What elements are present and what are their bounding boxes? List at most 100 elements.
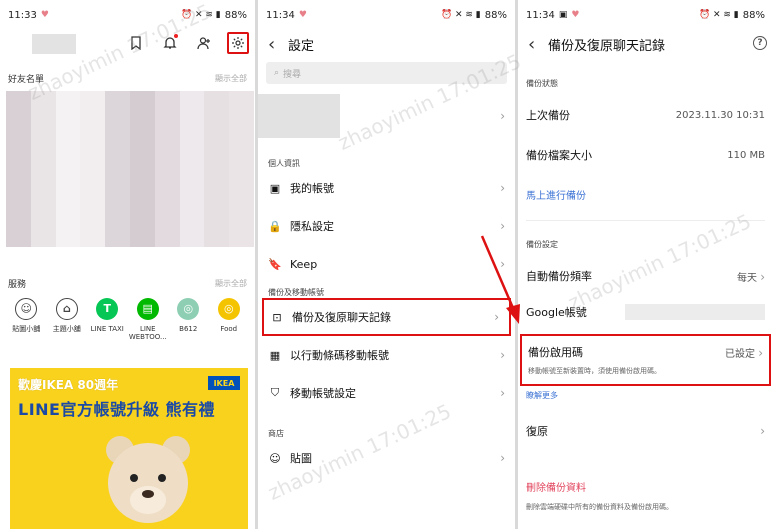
promo-banner[interactable]: 歡慶IKEA 80週年 LINE官方帳號升級 熊有禮 IKEA — [10, 368, 248, 529]
mosaic-tile — [154, 117, 180, 143]
mosaic-tile — [179, 91, 205, 117]
mosaic-tile — [55, 91, 81, 117]
frequency-value: 每天 — [737, 272, 757, 284]
mosaic-tile — [6, 117, 31, 143]
chevron-right-icon: › — [500, 109, 505, 123]
settings-item-label: 貼圖 — [290, 452, 312, 465]
service-item[interactable]: ☺ 貼圖小舖 — [6, 298, 47, 342]
mosaic-tile — [30, 117, 56, 143]
settings-item-label: 移動帳號設定 — [290, 387, 356, 400]
learn-more-link[interactable]: 瞭解更多 — [518, 390, 773, 401]
back-arrow-icon[interactable]: ‹ — [528, 34, 548, 55]
chevron-right-icon: › — [500, 386, 505, 400]
chevron-right-icon: › — [760, 424, 765, 438]
restore-row[interactable]: 復原 › — [518, 423, 773, 439]
service-label: 貼圖小舖 — [12, 325, 41, 333]
status-bar: 11:34 ▣ ♥ ⏰ ✕ ≋ ▮ 88% — [518, 0, 773, 30]
mosaic-tile — [129, 169, 155, 195]
back-arrow-icon[interactable]: ‹ — [268, 34, 288, 55]
banner-line2: LINE官方帳號升級 熊有禮 — [18, 400, 216, 419]
backup-pin-row[interactable]: 備份啟用碼 已設定 › 移動帳號至新裝置時，須使用備份啟用碼。 — [520, 334, 771, 386]
group-shop-label: 商店 — [268, 429, 284, 438]
add-friend-icon[interactable] — [193, 32, 215, 54]
settings-item[interactable]: ⛉ 移動帳號設定 › — [258, 374, 515, 412]
backup-now-link[interactable]: 馬上進行備份 — [518, 187, 773, 202]
friends-title: 好友名單 — [8, 75, 45, 85]
mosaic-tile — [30, 143, 56, 169]
mosaic-tile — [204, 221, 230, 247]
home-header — [0, 30, 255, 58]
service-item[interactable]: T LINE TAXI — [87, 298, 128, 342]
profile-name-blurred[interactable] — [32, 34, 76, 54]
services-section-header: 服務 顯示全部 — [0, 277, 255, 290]
group-settings-label: 備份設定 — [526, 240, 558, 249]
mosaic-tile — [105, 143, 130, 169]
service-item[interactable]: ◎ Food — [209, 298, 250, 342]
mosaic-tile — [179, 169, 205, 195]
mosaic-tile — [6, 143, 31, 169]
mosaic-tile — [154, 143, 180, 169]
help-icon[interactable]: ? — [753, 36, 767, 50]
settings-item[interactable]: 🔒 隱私設定 › — [258, 207, 515, 245]
profile-row[interactable]: › — [258, 94, 515, 138]
services-row: ☺ 貼圖小舖 ⌂ 主題小舖 T LINE TAXI ▤ LINE WEBTOO... ◎ B612… — [0, 298, 255, 342]
search-input[interactable]: ⌕ 搜尋 — [266, 62, 507, 84]
id-card-icon: ▣ — [269, 181, 281, 195]
delete-backup-link[interactable]: 刪除備份資料 — [518, 479, 773, 494]
mosaic-tile — [129, 91, 155, 117]
chevron-right-icon: › — [500, 257, 505, 271]
home-screen: 11:33 ♥ ⏰ ✕ ≋ ▮ 88% 好友名單 顯示全部 服務 顯示全部 ☺ 貼 — [0, 0, 255, 529]
status-time: 11:33 — [8, 9, 37, 21]
service-item[interactable]: ▤ LINE WEBTOO... — [128, 298, 169, 342]
settings-item[interactable]: 🔖 Keep › — [258, 245, 515, 283]
google-account-row[interactable]: Google帳號 — [518, 304, 773, 320]
heart-icon: ♥ — [571, 10, 580, 20]
b612-icon: ◎ — [177, 298, 200, 320]
mosaic-tile — [129, 117, 155, 143]
service-item[interactable]: ⌂ 主題小舖 — [47, 298, 88, 342]
services-show-all-link[interactable]: 顯示全部 — [215, 278, 247, 289]
mosaic-tile — [204, 143, 230, 169]
services-title: 服務 — [8, 280, 27, 290]
bookmark-icon[interactable] — [125, 32, 147, 54]
settings-item[interactable]: ▦ 以行動條碼移動帳號 › — [258, 336, 515, 374]
settings-item-label: 隱私設定 — [290, 220, 334, 233]
ikea-logo: IKEA — [208, 376, 240, 390]
mosaic-tile — [80, 143, 106, 169]
mosaic-tile — [105, 91, 130, 117]
signal-icons: ⏰ ✕ ≋ ▮ — [180, 10, 221, 20]
signal-icons: ⏰ ✕ ≋ ▮ — [698, 10, 739, 20]
mosaic-tile — [55, 221, 81, 247]
delete-backup-note: 刪除雲端硬碟中所有的備份資料及備份啟用碼。 — [526, 503, 673, 511]
friends-section-header: 好友名單 顯示全部 — [0, 72, 255, 85]
mosaic-tile — [80, 221, 106, 247]
service-item[interactable]: ◎ B612 — [168, 298, 209, 342]
settings-item[interactable]: ☺ 貼圖 › — [258, 439, 515, 477]
mosaic-tile — [55, 169, 81, 195]
mosaic-tile — [55, 143, 81, 169]
settings-header: ‹ 設定 — [258, 30, 515, 58]
mosaic-tile — [179, 117, 205, 143]
mosaic-tile — [129, 195, 155, 221]
mosaic-tile — [105, 169, 130, 195]
bookmark-icon: 🔖 — [268, 257, 282, 271]
bell-icon[interactable] — [159, 32, 181, 54]
mosaic-tile — [154, 195, 180, 221]
auto-backup-frequency-row[interactable]: 自動備份頻率 每天 › — [518, 268, 773, 284]
service-label: Food — [220, 325, 238, 333]
mosaic-tile — [6, 195, 31, 221]
mosaic-tile — [30, 91, 56, 117]
chevron-right-icon: › — [758, 345, 763, 360]
backup-pin-note: 移動帳號至新裝置時，須使用備份啟用碼。 — [528, 367, 661, 375]
restore-label: 復原 — [526, 425, 548, 438]
settings-item[interactable]: ▣ 我的帳號 › — [258, 169, 515, 207]
mosaic-tile — [154, 91, 180, 117]
mosaic-tile — [80, 195, 106, 221]
mosaic-tile — [154, 221, 180, 247]
settings-gear-icon[interactable] — [227, 32, 249, 54]
chevron-right-icon: › — [760, 269, 765, 284]
friends-show-all-link[interactable]: 顯示全部 — [215, 73, 247, 84]
settings-item[interactable]: ⊡ 備份及復原聊天記錄 › — [262, 298, 511, 336]
taxi-icon: T — [96, 298, 119, 320]
mosaic-tile — [154, 169, 180, 195]
